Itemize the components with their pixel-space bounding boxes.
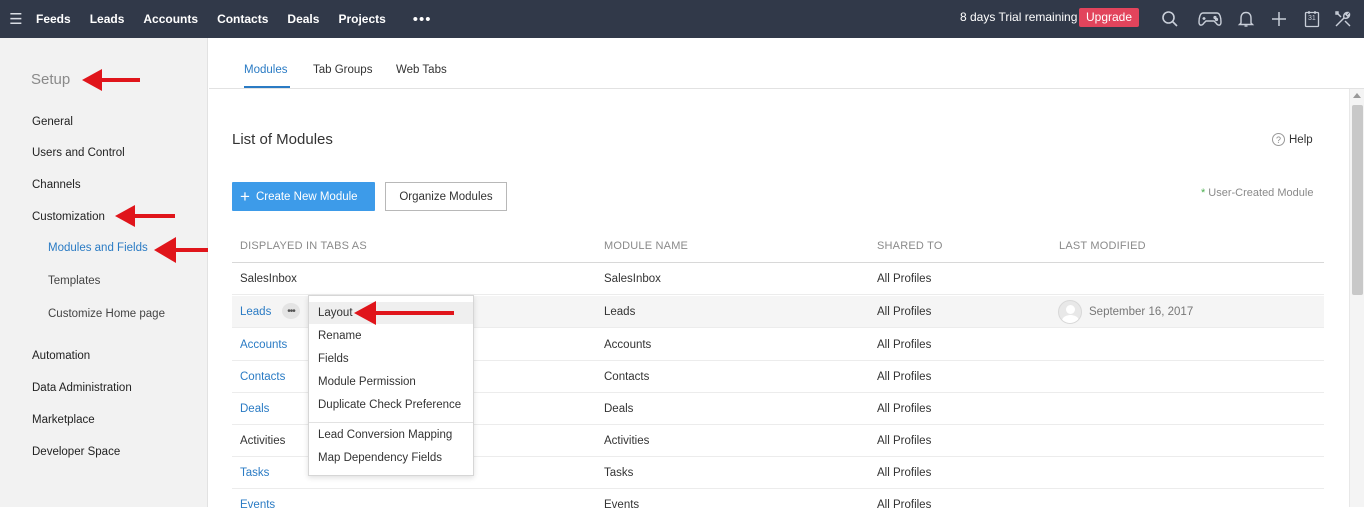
help-link[interactable]: ? Help xyxy=(1272,133,1313,146)
row-shared-to: All Profiles xyxy=(877,273,932,285)
organize-modules-button[interactable]: Organize Modules xyxy=(385,182,507,211)
column-header-module-name: MODULE NAME xyxy=(604,240,689,252)
sidebar-item-modules-and-fields[interactable]: Modules and Fields xyxy=(48,242,148,254)
annotation-arrow-icon xyxy=(154,237,208,263)
row-more-options-icon[interactable]: ••• xyxy=(282,303,300,319)
row-tab-name[interactable]: Events xyxy=(240,499,275,511)
hamburger-icon[interactable]: ☰ xyxy=(0,0,32,38)
sidebar-item-automation[interactable]: Automation xyxy=(32,350,90,362)
page-title: List of Modules xyxy=(232,131,333,148)
row-shared-to: All Profiles xyxy=(877,306,932,318)
sidebar-item-data-administration[interactable]: Data Administration xyxy=(32,382,132,394)
plus-icon[interactable] xyxy=(1268,8,1290,30)
row-tab-name[interactable]: Contacts xyxy=(240,371,285,383)
sidebar-item-developer-space[interactable]: Developer Space xyxy=(32,446,120,458)
create-new-module-label: Create New Module xyxy=(255,190,358,203)
table-row[interactable]: SalesInbox SalesInbox All Profiles xyxy=(232,263,1324,295)
menu-item-fields[interactable]: Fields xyxy=(309,348,473,370)
sidebar-item-templates[interactable]: Templates xyxy=(48,275,100,287)
row-tab-name[interactable]: Tasks xyxy=(240,467,269,479)
nav-contacts[interactable]: Contacts xyxy=(217,12,268,26)
table-row[interactable]: Events Events All Profiles xyxy=(232,489,1324,511)
gamepad-icon[interactable] xyxy=(1197,8,1223,30)
row-shared-to: All Profiles xyxy=(877,435,932,447)
nav-more-icon[interactable]: ••• xyxy=(413,11,432,28)
sidebar-item-channels[interactable]: Channels xyxy=(32,179,81,191)
nav-leads[interactable]: Leads xyxy=(90,12,125,26)
column-header-last-modified: LAST MODIFIED xyxy=(1059,240,1146,252)
row-shared-to: All Profiles xyxy=(877,499,932,511)
upgrade-button[interactable]: Upgrade xyxy=(1079,8,1140,27)
row-module-name: SalesInbox xyxy=(604,273,661,285)
nav-deals[interactable]: Deals xyxy=(287,12,319,26)
row-last-modified: September 16, 2017 xyxy=(1089,306,1194,318)
star-icon: * xyxy=(1201,187,1206,199)
user-created-legend: * User-Created Module xyxy=(1201,187,1313,199)
create-new-module-button[interactable]: + Create New Module xyxy=(232,182,375,211)
help-icon: ? xyxy=(1272,133,1285,146)
tools-icon[interactable] xyxy=(1332,8,1354,30)
row-tab-name[interactable]: Accounts xyxy=(240,339,287,351)
sidebar-item-marketplace[interactable]: Marketplace xyxy=(32,414,95,426)
user-created-label: User-Created Module xyxy=(1208,187,1314,199)
active-tab-underline xyxy=(244,86,290,88)
trial-remaining-text: 8 days Trial remaining xyxy=(960,10,1078,24)
row-tab-name[interactable]: Deals xyxy=(240,403,269,415)
row-shared-to: All Profiles xyxy=(877,371,932,383)
calendar-day-text: 31 xyxy=(1308,15,1316,22)
tab-tab-groups[interactable]: Tab Groups xyxy=(313,64,372,76)
row-module-name: Activities xyxy=(604,435,650,447)
row-module-name: Leads xyxy=(604,306,636,318)
column-header-displayed-in-tabs: DISPLAYED IN TABS AS xyxy=(240,240,367,252)
sidebar-item-users-and-control[interactable]: Users and Control xyxy=(32,147,125,159)
search-icon[interactable] xyxy=(1159,8,1181,30)
menu-item-lead-conversion-mapping[interactable]: Lead Conversion Mapping xyxy=(309,424,473,446)
row-module-name: Deals xyxy=(604,403,634,415)
sidebar-item-general[interactable]: General xyxy=(32,116,73,128)
tab-web-tabs[interactable]: Web Tabs xyxy=(396,64,447,76)
setup-sidebar: Setup General Users and Control Channels… xyxy=(0,38,208,507)
row-tab-name[interactable]: Leads xyxy=(240,306,271,318)
scrollbar-thumb[interactable] xyxy=(1352,105,1363,295)
sidebar-item-customization[interactable]: Customization xyxy=(32,211,105,223)
column-header-shared-to: SHARED TO xyxy=(877,240,943,252)
nav-accounts[interactable]: Accounts xyxy=(143,12,198,26)
help-label: Help xyxy=(1289,133,1313,146)
annotation-arrow-icon xyxy=(115,205,175,227)
row-shared-to: All Profiles xyxy=(877,339,932,351)
row-tab-name: Activities xyxy=(240,435,286,447)
annotation-arrow-icon xyxy=(82,69,140,91)
user-avatar xyxy=(1058,300,1082,324)
row-shared-to: All Profiles xyxy=(877,467,932,479)
tab-modules[interactable]: Modules xyxy=(244,64,287,76)
row-shared-to: All Profiles xyxy=(877,403,932,415)
module-tabs: Modules Tab Groups Web Tabs xyxy=(209,38,1364,89)
top-navigation-bar: ☰ Feeds Leads Accounts Contacts Deals Pr… xyxy=(0,0,1364,38)
row-module-name: Accounts xyxy=(604,339,652,351)
menu-divider xyxy=(309,422,473,423)
bell-icon[interactable] xyxy=(1235,8,1257,30)
row-module-name: Tasks xyxy=(604,467,634,479)
setup-title: Setup xyxy=(31,71,71,88)
calendar-icon[interactable]: 31 xyxy=(1301,8,1323,30)
menu-item-module-permission[interactable]: Module Permission xyxy=(309,371,473,393)
nav-feeds[interactable]: Feeds xyxy=(36,12,71,26)
menu-item-duplicate-check-preference[interactable]: Duplicate Check Preference xyxy=(309,394,473,416)
annotation-arrow-icon xyxy=(354,301,454,325)
row-tab-name: SalesInbox xyxy=(240,273,297,285)
sidebar-item-customize-home-page[interactable]: Customize Home page xyxy=(48,308,165,320)
page-scrollbar[interactable] xyxy=(1349,89,1364,507)
row-module-name: Contacts xyxy=(604,371,650,383)
row-module-name: Events xyxy=(604,499,640,511)
nav-projects[interactable]: Projects xyxy=(338,12,385,26)
menu-item-map-dependency-fields[interactable]: Map Dependency Fields xyxy=(309,447,473,469)
menu-item-rename[interactable]: Rename xyxy=(309,325,473,347)
plus-icon: + xyxy=(240,187,250,206)
scroll-up-arrow-icon[interactable] xyxy=(1353,93,1361,98)
